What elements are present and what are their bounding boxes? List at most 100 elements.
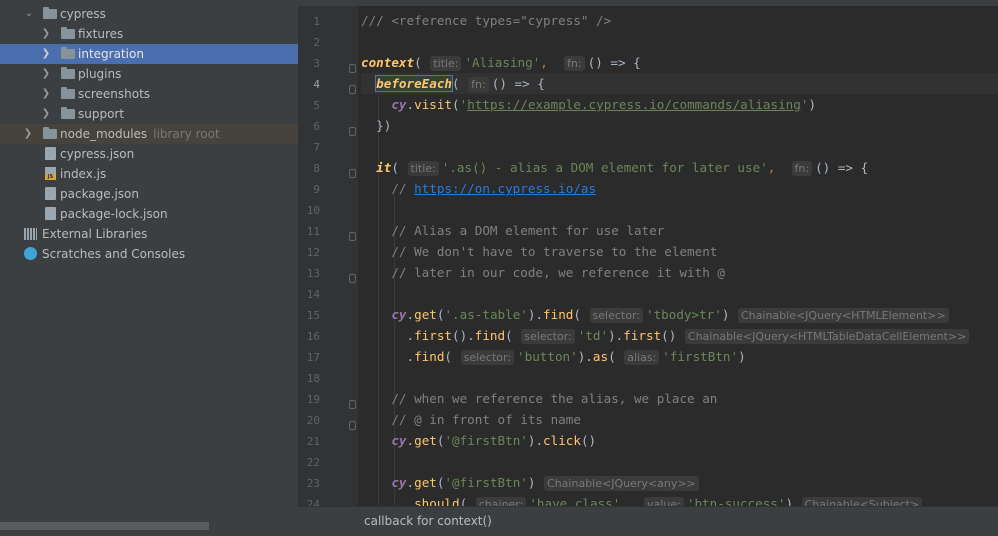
fold-marker-icon[interactable]	[349, 85, 356, 94]
tree-item-integration[interactable]: ❯ integration	[0, 44, 298, 64]
code-editor[interactable]: 1 2 3 4 5 6 7 8 9 10 11 12 13 14 15 16 1…	[298, 0, 998, 536]
tree-item-label: cypress.json	[60, 147, 135, 161]
code-line-4[interactable]: beforeEach( fn:() => {	[361, 73, 998, 94]
breadcrumb[interactable]: callback for context()	[364, 514, 492, 528]
chevron-right-icon[interactable]: ❯	[41, 108, 51, 120]
string-literal: 'td'	[577, 328, 609, 343]
fold-marker-icon[interactable]	[349, 64, 356, 73]
code-line-13[interactable]: // later in our code, we reference it wi…	[361, 262, 998, 283]
cy-object: cy	[391, 433, 407, 448]
code-line-5[interactable]: cy.visit('https://example.cypress.io/com…	[361, 94, 998, 115]
closing-brace: })	[376, 118, 392, 133]
line-number: 18	[306, 372, 320, 385]
cy-object: cy	[391, 475, 407, 490]
chevron-right-icon[interactable]: ❯	[41, 28, 51, 40]
param-hint-fn: fn:	[791, 161, 813, 176]
line-number: 6	[313, 120, 320, 133]
code-line-20[interactable]: // @ in front of its name	[361, 409, 998, 430]
find-method: find	[474, 328, 506, 343]
tree-item-cypress-json[interactable]: cypress.json	[0, 144, 298, 164]
code-line-15[interactable]: cy.get('.as-table').find( selector:'tbod…	[361, 304, 998, 325]
folder-icon	[61, 87, 75, 101]
folder-icon	[61, 67, 75, 81]
code-line-11[interactable]: // Alias a DOM element for use later	[361, 220, 998, 241]
line-number: 1	[313, 15, 320, 28]
line-number: 5	[313, 99, 320, 112]
code-line-12[interactable]: // We don't have to traverse to the elem…	[361, 241, 998, 262]
chevron-right-icon[interactable]: ❯	[23, 128, 33, 140]
tree-item-fixtures[interactable]: ❯ fixtures	[0, 24, 298, 44]
code-line-17[interactable]: .find( selector:'button').as( alias:'fir…	[361, 346, 998, 367]
fold-marker-icon[interactable]	[349, 400, 356, 409]
comment: // later in our code, we reference it wi…	[391, 265, 725, 280]
string-literal: 'firstBtn'	[662, 349, 739, 364]
chevron-right-icon[interactable]: ❯	[41, 48, 51, 60]
tree-item-node-modules[interactable]: ❯ node_modules library root	[0, 124, 298, 144]
line-number: 10	[306, 204, 320, 217]
param-hint-title: title:	[407, 161, 439, 176]
beforeeach-call: beforeEach	[375, 75, 453, 92]
chevron-right-icon[interactable]: ❯	[41, 68, 51, 80]
line-number: 14	[306, 288, 320, 301]
tree-item-plugins[interactable]: ❯ plugins	[0, 64, 298, 84]
fold-marker-icon[interactable]	[349, 274, 356, 283]
code-line-1[interactable]: /// <reference types="cypress" />	[361, 10, 998, 31]
tree-item-index-js[interactable]: JS index.js	[0, 164, 298, 184]
code-line-3[interactable]: context( title: 'Aliasing', fn:() => {	[361, 52, 998, 73]
line-number: 13	[306, 267, 320, 280]
project-tree-panel: ⌄ cypress ❯ fixtures ❯ integration ❯ plu…	[0, 0, 298, 536]
js-file-icon: JS	[43, 167, 57, 181]
code-line-16[interactable]: .first().find( selector:'td').first() Ch…	[361, 325, 998, 346]
json-file-icon	[43, 147, 57, 161]
chevron-right-icon[interactable]: ❯	[41, 88, 51, 100]
code-line-6[interactable]: })	[361, 115, 998, 136]
it-call: it	[376, 160, 392, 175]
code-line-19[interactable]: // when we reference the alias, we place…	[361, 388, 998, 409]
tree-item-scratches[interactable]: Scratches and Consoles	[0, 244, 298, 264]
find-method: find	[414, 349, 445, 364]
visit-url-link[interactable]: https://example.cypress.io/commands/alia…	[467, 97, 801, 112]
arrow-fn: () => {	[815, 160, 869, 175]
line-number: 2	[313, 36, 320, 49]
fold-marker-icon[interactable]	[349, 421, 356, 430]
tree-item-label: fixtures	[78, 27, 124, 41]
line-number: 19	[306, 393, 320, 406]
click-method: click	[543, 433, 581, 448]
line-number: 3	[313, 57, 320, 70]
tree-item-cypress[interactable]: ⌄ cypress	[0, 4, 298, 24]
library-root-hint: library root	[153, 127, 220, 141]
line-number: 12	[306, 246, 320, 259]
code-line-8[interactable]: it( title: '.as() - alias a DOM element f…	[361, 157, 998, 178]
first-method: first	[623, 328, 662, 343]
tree-item-label: integration	[78, 47, 144, 61]
tree-item-package-lock-json[interactable]: package-lock.json	[0, 204, 298, 224]
tree-item-support[interactable]: ❯ support	[0, 104, 298, 124]
line-number: 21	[306, 435, 320, 448]
horizontal-scrollbar[interactable]	[0, 522, 209, 530]
tree-item-label: screenshots	[78, 87, 151, 101]
tree-item-external-libraries[interactable]: External Libraries	[0, 224, 298, 244]
code-line-23[interactable]: cy.get('@firstBtn') Chainable<JQuery<any…	[361, 472, 998, 493]
line-number: 23	[306, 477, 320, 490]
fold-marker-icon[interactable]	[349, 127, 356, 136]
visit-method: visit	[414, 97, 453, 112]
tree-item-package-json[interactable]: package.json	[0, 184, 298, 204]
comment: // We don't have to traverse to the elem…	[391, 244, 718, 259]
cy-object: cy	[391, 307, 407, 322]
code-line-9[interactable]: // https://on.cypress.io/as	[361, 178, 998, 199]
folder-icon	[61, 47, 75, 61]
reference-comment: /// <reference types="cypress" />	[361, 13, 612, 28]
code-line-21[interactable]: cy.get('@firstBtn').click()	[361, 430, 998, 451]
chevron-down-icon[interactable]: ⌄	[24, 8, 34, 20]
docs-url-link[interactable]: https://on.cypress.io/as	[414, 181, 596, 196]
tree-item-screenshots[interactable]: ❯ screenshots	[0, 84, 298, 104]
string-literal: '@firstBtn'	[444, 433, 528, 448]
context-call: context	[361, 55, 415, 70]
line-number: 7	[313, 141, 320, 154]
line-number: 4	[313, 78, 320, 91]
fold-marker-icon[interactable]	[349, 232, 356, 241]
param-hint-fn: fn:	[564, 56, 585, 71]
libraries-icon	[24, 227, 38, 241]
fold-marker-icon[interactable]	[349, 169, 356, 178]
as-method: as	[592, 349, 609, 364]
